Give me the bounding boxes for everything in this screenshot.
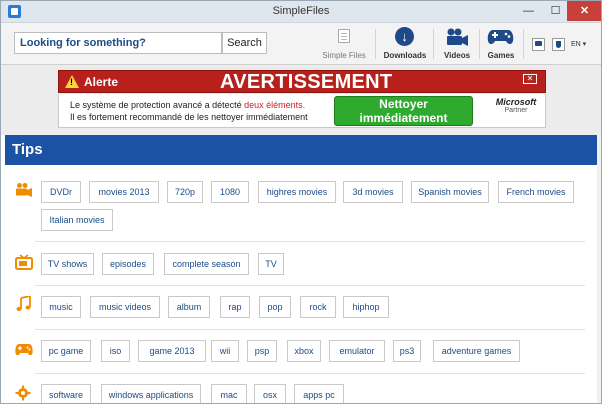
video-camera-icon — [447, 28, 468, 46]
tag-french-movies[interactable]: French movies — [498, 181, 574, 203]
tag-game-2013[interactable]: game 2013 — [138, 340, 206, 362]
tag-windows-applications[interactable]: windows applications — [101, 384, 201, 403]
downloads-button[interactable]: ↓ Downloads — [381, 26, 429, 62]
minimize-button[interactable]: — — [515, 1, 542, 21]
tag-italian-movies[interactable]: Italian movies — [41, 209, 113, 231]
tag-1080[interactable]: 1080 — [211, 181, 249, 203]
ad-banner: Alerte AVERTISSEMENT ✕ Le système de pro… — [1, 65, 601, 135]
ad-title: AVERTISSEMENT — [220, 71, 393, 93]
toolbar-divider — [433, 29, 434, 59]
tag-ps3[interactable]: ps3 — [393, 340, 421, 362]
ad-body[interactable]: Le système de protection avancé a détect… — [58, 94, 546, 128]
chat-icon[interactable] — [532, 38, 545, 51]
maximize-button[interactable]: ☐ — [542, 1, 569, 21]
tag-mac[interactable]: mac — [211, 384, 247, 403]
simple-files-label: Simple Files — [322, 51, 366, 60]
tag-music[interactable]: music — [41, 296, 81, 318]
tag-emulator[interactable]: emulator — [329, 340, 385, 362]
tag-tv-shows[interactable]: TV shows — [41, 253, 94, 275]
category-tv: TV shows episodes complete season TV — [5, 242, 597, 286]
tips-header: Tips — [5, 135, 597, 165]
partner-label: Partner — [504, 107, 528, 114]
tag-720p[interactable]: 720p — [167, 181, 203, 203]
tag-osx[interactable]: osx — [254, 384, 286, 403]
videos-button[interactable]: Videos — [437, 26, 477, 62]
ad-header: Alerte AVERTISSEMENT ✕ — [58, 70, 546, 93]
tag-pop[interactable]: pop — [259, 296, 291, 318]
tag-pc-game[interactable]: pc game — [41, 340, 91, 362]
category-games: pc game iso game 2013 wii psp xbox emula… — [5, 330, 597, 374]
tag-dvdr[interactable]: DVDr — [41, 181, 81, 203]
tag-rock[interactable]: rock — [300, 296, 336, 318]
downloads-label: Downloads — [383, 51, 427, 60]
category-movies: DVDr movies 2013 720p 1080 highres movie… — [5, 165, 597, 242]
video-camera-icon — [16, 183, 32, 197]
gamepad-icon — [15, 344, 33, 356]
tag-3d-movies[interactable]: 3d movies — [343, 181, 403, 203]
warning-icon — [65, 75, 79, 88]
games-button[interactable]: Games — [483, 26, 519, 62]
language-selector[interactable]: EN ▾ — [571, 40, 586, 48]
app-window: SimpleFiles — ☐ ✕ Search Simple Files ↓ … — [0, 0, 602, 404]
ad-message: Le système de protection avancé a détect… — [70, 99, 308, 123]
toolbar-divider — [479, 29, 480, 59]
tag-rap[interactable]: rap — [220, 296, 250, 318]
window-title: SimpleFiles — [272, 5, 330, 17]
music-note-icon — [16, 296, 31, 311]
tag-complete-season[interactable]: complete season — [164, 253, 249, 275]
partner-brand: Microsoft — [495, 97, 537, 107]
toolbar-divider — [523, 29, 524, 59]
tips-title: Tips — [12, 141, 43, 158]
tips-list: DVDr movies 2013 720p 1080 highres movie… — [5, 165, 597, 403]
gear-icon — [15, 385, 31, 401]
tag-wii[interactable]: wii — [211, 340, 239, 362]
clean-now-button[interactable]: Nettoyer immédiatement — [334, 96, 473, 126]
category-software: software windows applications mac osx ap… — [5, 374, 597, 403]
tag-tv[interactable]: TV — [258, 253, 284, 275]
category-music: music music videos album rap pop rock hi… — [5, 286, 597, 330]
partner-logo: Microsoft Partner — [491, 97, 541, 125]
tag-highres-movies[interactable]: highres movies — [258, 181, 336, 203]
tag-adventure-games[interactable]: adventure games — [433, 340, 520, 362]
videos-label: Videos — [443, 51, 471, 60]
scrollbar[interactable] — [597, 135, 601, 403]
search-button[interactable]: Search — [222, 32, 267, 54]
document-icon — [338, 29, 350, 43]
tag-software[interactable]: software — [41, 384, 91, 403]
ad-message-line2: Il es fortement recommandé de les nettoy… — [70, 112, 308, 122]
tag-xbox[interactable]: xbox — [287, 340, 321, 362]
toolbar: Search Simple Files ↓ Downloads Videos — [1, 23, 601, 65]
close-button[interactable]: ✕ — [567, 1, 601, 21]
simple-files-button[interactable]: Simple Files — [319, 26, 369, 62]
search-input[interactable] — [14, 32, 222, 54]
tag-episodes[interactable]: episodes — [102, 253, 154, 275]
tag-album[interactable]: album — [168, 296, 210, 318]
toolbar-divider — [375, 29, 376, 59]
tag-psp[interactable]: psp — [247, 340, 277, 362]
title-bar: SimpleFiles — ☐ ✕ — [1, 1, 601, 23]
games-label: Games — [487, 51, 515, 60]
tag-hiphop[interactable]: hiphop — [343, 296, 389, 318]
gamepad-icon — [487, 30, 514, 44]
tag-spanish-movies[interactable]: Spanish movies — [411, 181, 489, 203]
ad-close-icon[interactable]: ✕ — [523, 74, 537, 84]
shield-icon[interactable] — [552, 38, 565, 51]
tag-music-videos[interactable]: music videos — [90, 296, 160, 318]
ad-message-highlight: deux éléments. — [244, 100, 306, 110]
ad-alert-label: Alerte — [84, 75, 119, 89]
tag-iso[interactable]: iso — [101, 340, 130, 362]
ad-message-line1: Le système de protection avancé a détect… — [70, 100, 245, 110]
tv-icon — [15, 254, 33, 270]
download-icon: ↓ — [395, 27, 414, 46]
tag-apps-pc[interactable]: apps pc — [294, 384, 344, 403]
tag-movies-2013[interactable]: movies 2013 — [89, 181, 159, 203]
